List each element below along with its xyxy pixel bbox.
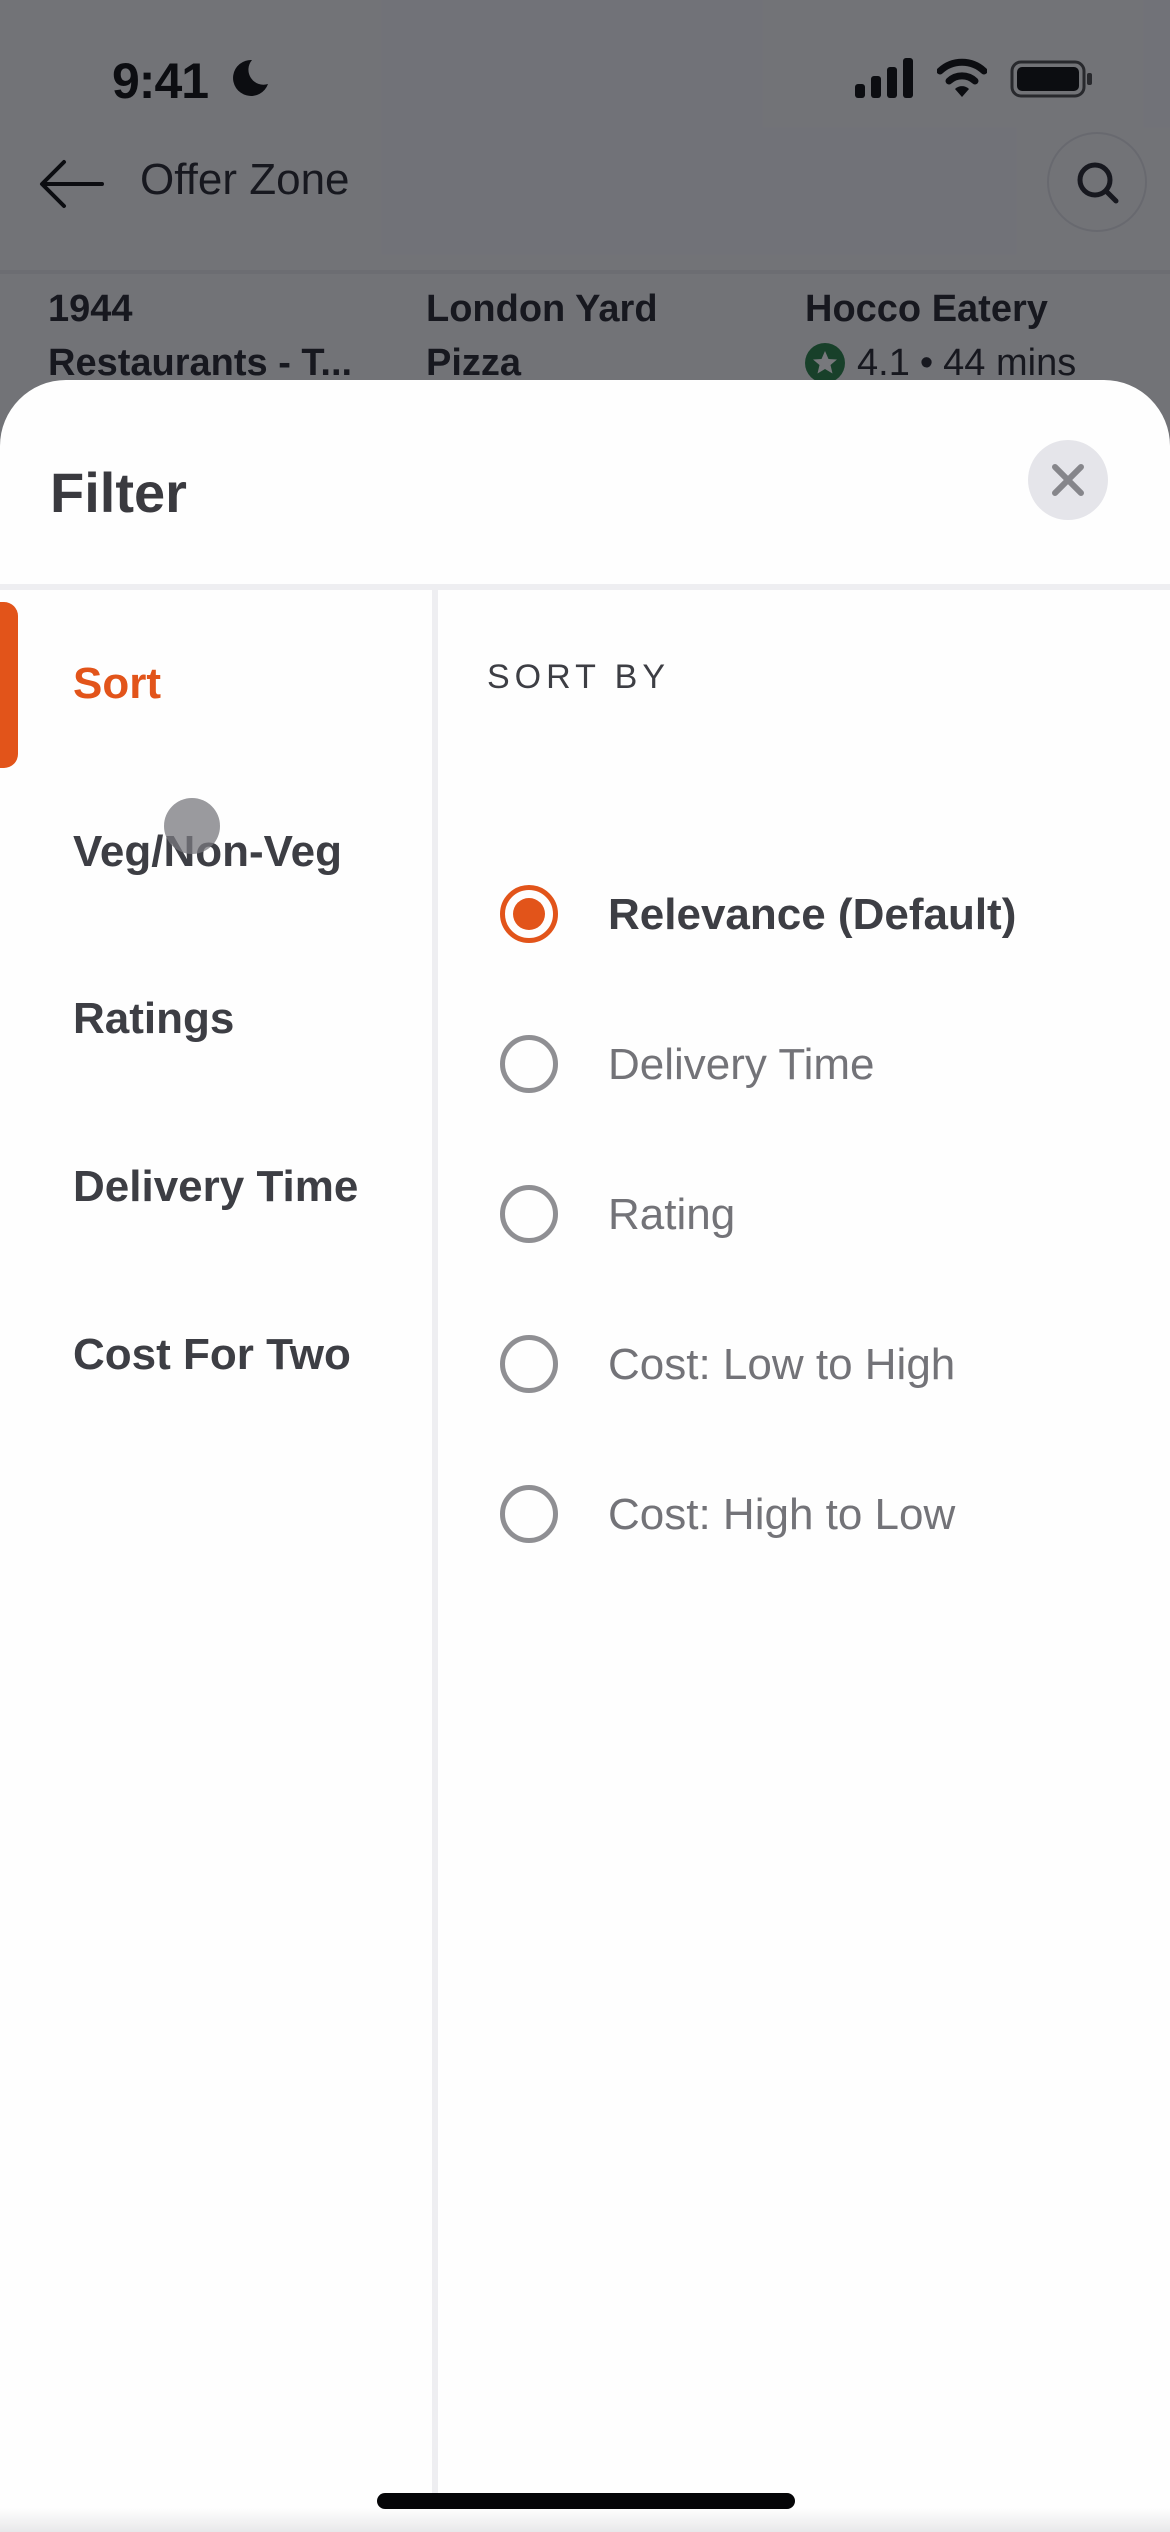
sort-option-delivery-time[interactable]: Delivery Time: [438, 1004, 1170, 1124]
nav-item-label: Sort: [73, 659, 161, 708]
radio-button[interactable]: [500, 1035, 558, 1093]
radio-button-checked[interactable]: [500, 885, 558, 943]
sort-option-label: Rating: [608, 1190, 736, 1239]
nav-item-ratings[interactable]: Ratings: [0, 958, 432, 1078]
radio-button[interactable]: [500, 1485, 558, 1543]
nav-item-delivery-time[interactable]: Delivery Time: [0, 1126, 432, 1246]
sort-option-label: Cost: High to Low: [608, 1490, 956, 1539]
nav-item-cost-for-two[interactable]: Cost For Two: [0, 1294, 432, 1414]
bottom-fade: [0, 2508, 1170, 2532]
sort-option-rating[interactable]: Rating: [438, 1154, 1170, 1274]
sheet-divider: [0, 584, 1170, 590]
nav-item-veg-non-veg[interactable]: Veg/Non-Veg: [0, 791, 432, 911]
sort-option-label: Cost: Low to High: [608, 1340, 956, 1389]
touch-indicator: [164, 798, 220, 854]
nav-item-label: Cost For Two: [73, 1330, 351, 1379]
close-button[interactable]: [1028, 440, 1108, 520]
sort-option-relevance[interactable]: Relevance (Default): [438, 854, 1170, 974]
sort-option-label: Delivery Time: [608, 1040, 875, 1089]
nav-item-label: Ratings: [73, 994, 235, 1043]
sort-option-cost-low-to-high[interactable]: Cost: Low to High: [438, 1304, 1170, 1424]
sort-option-label: Relevance (Default): [608, 890, 1017, 939]
close-icon: [1052, 464, 1084, 496]
filter-sheet: Filter Sort Veg/Non-Veg Ratings Delivery…: [0, 380, 1170, 2532]
sort-option-cost-high-to-low[interactable]: Cost: High to Low: [438, 1454, 1170, 1574]
home-indicator[interactable]: [377, 2493, 795, 2509]
radio-button[interactable]: [500, 1335, 558, 1393]
nav-item-sort[interactable]: Sort: [0, 623, 432, 743]
nav-item-label: Delivery Time: [73, 1162, 359, 1211]
section-heading: SORT BY: [487, 658, 671, 696]
sheet-title: Filter: [50, 461, 187, 524]
radio-button[interactable]: [500, 1185, 558, 1243]
